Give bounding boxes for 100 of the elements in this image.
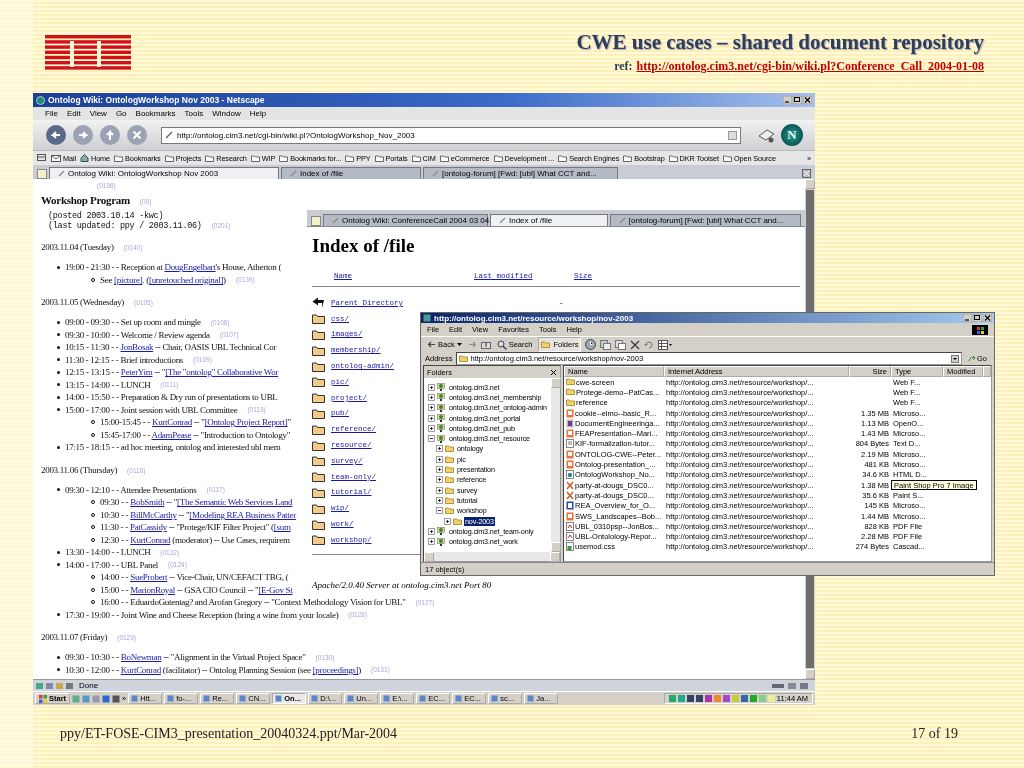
maximize-button[interactable] <box>973 314 982 322</box>
expand-icon[interactable] <box>436 455 443 463</box>
wiki-link[interactable]: AdamPease <box>151 429 192 440</box>
stop-button[interactable] <box>126 124 148 146</box>
expand-icon[interactable] <box>428 538 435 546</box>
scrollbar[interactable] <box>424 552 560 561</box>
expand-icon[interactable] <box>428 404 435 412</box>
expand-icon[interactable] <box>444 517 451 525</box>
day-heading: 2003.11.04 (Tuesday) <box>41 242 114 252</box>
network-folder-icon <box>437 403 446 412</box>
schedule-item: 19:00 - 21:30 - - Reception at DougEngelbart's House, Atherton ( <box>65 262 282 273</box>
scrollbar[interactable] <box>551 378 560 552</box>
expand-icon[interactable] <box>436 496 443 504</box>
tab[interactable]: [ontolog-forum] [Fwd: [ubl] What CCT and... <box>609 214 801 226</box>
wiki-link[interactable]: MarionRoyal <box>130 584 175 595</box>
folder-icon <box>205 154 215 162</box>
reference-link[interactable]: http://ontolog.cim3.net/cgi-bin/wiki.pl?Conference_Call_2004-01-08 <box>636 59 984 74</box>
expand-icon[interactable] <box>436 476 443 484</box>
folder-icon <box>312 455 325 467</box>
go-arrow-icon <box>968 355 976 362</box>
window-icon <box>527 695 535 702</box>
window-title: http://ontolog.cim3.net/resource/workshop/nov-2003 <box>434 313 635 323</box>
expand-icon[interactable] <box>428 424 435 432</box>
move-to-button[interactable] <box>600 339 612 350</box>
schedule-item: 09:30 - - BobSmith -- "[The Semantic Web Services Land <box>100 497 293 508</box>
schedule-item: 16:00 - - EduardoGutentag? and Arofan Gregory -- "Context Methodology Vision for UBL" <box>100 597 406 608</box>
views-button[interactable] <box>658 339 673 350</box>
tab[interactable]: Index of /file <box>281 167 421 179</box>
dropdown-button[interactable] <box>951 354 959 363</box>
tab[interactable]: Ontolog Wiki: ConferenceCall 2004 03 04 <box>323 214 488 226</box>
expand-icon[interactable] <box>428 383 435 391</box>
expand-icon[interactable] <box>428 393 435 401</box>
wiki-link[interactable]: KurtConrad <box>130 534 171 545</box>
tab[interactable]: Ontolog Wiki: OntologWorkshop Nov 2003 <box>49 167 279 179</box>
close-button[interactable] <box>983 314 992 322</box>
wiki-link[interactable]: [E-Gov St <box>258 584 293 595</box>
wiki-link[interactable]: KurtConrad <box>151 417 192 428</box>
network-folder-icon <box>437 527 446 536</box>
minimize-button[interactable] <box>963 314 972 322</box>
bullet <box>57 408 60 412</box>
close-pane-button[interactable] <box>550 368 557 376</box>
expand-icon[interactable] <box>428 527 435 535</box>
close-button[interactable] <box>803 96 812 104</box>
expand-icon[interactable] <box>436 445 443 453</box>
new-tab-icon[interactable] <box>311 216 321 226</box>
wiki-link[interactable]: BoNewman <box>120 652 162 663</box>
menu-item[interactable]: Tools <box>184 109 204 118</box>
tab[interactable]: [ontolog-forum] [Fwd: [ubl] What CCT and... <box>423 167 618 179</box>
expand-icon[interactable] <box>428 414 435 422</box>
menu-item[interactable]: Help <box>249 109 267 118</box>
menu-item[interactable]: File <box>45 109 58 118</box>
folder-icon <box>164 154 174 162</box>
wiki-link[interactable]: [The "ontolog" Collaborative Wor <box>165 367 279 378</box>
history-button[interactable] <box>585 339 597 350</box>
tab[interactable]: Index of /file <box>490 214 608 226</box>
status-icons[interactable] <box>36 681 76 690</box>
forward-button[interactable] <box>72 124 94 146</box>
minimize-button[interactable] <box>783 96 792 104</box>
delete-button[interactable] <box>630 339 641 350</box>
expand-icon[interactable] <box>436 486 443 494</box>
wiki-link[interactable]: PeterYim <box>120 367 153 378</box>
day-heading: 2003.11.06 (Thursday) <box>41 464 118 475</box>
wiki-link[interactable]: SueProbert <box>130 572 168 583</box>
schedule-item: 14:00 - 15:50 - - Preparation & Dry run of presentations to UBL <box>65 392 278 403</box>
wiki-link[interactable]: [Modeling REA Business Patter <box>189 509 296 520</box>
wiki-link[interactable]: BobSmith <box>130 497 165 508</box>
close-tab-button[interactable] <box>802 169 811 178</box>
windows-logo-icon <box>39 694 47 703</box>
menu-item[interactable]: Edit <box>66 109 81 118</box>
day-heading: 2003.11.07 (Friday) <box>41 632 108 642</box>
collapse-icon[interactable] <box>436 507 443 515</box>
menu-item[interactable]: View <box>89 109 107 118</box>
new-tab-icon[interactable] <box>37 169 47 179</box>
menu-item[interactable]: Bookmarks <box>135 109 176 118</box>
collapse-icon[interactable] <box>428 435 435 443</box>
expand-icon[interactable] <box>436 466 443 473</box>
wiki-link[interactable]: PatCassidy <box>129 522 167 533</box>
wiki-link[interactable]: DougEngelbart <box>164 262 216 273</box>
back-button[interactable] <box>45 124 67 146</box>
menu-item[interactable]: Go <box>115 109 127 118</box>
bullet <box>57 655 60 659</box>
maximize-button[interactable] <box>793 96 802 104</box>
wiki-link[interactable]: KurtConrad <box>120 664 161 675</box>
wiki-link[interactable]: [The Semantic Web Services Land <box>177 497 293 508</box>
wiki-link[interactable]: BillMcCarthy <box>130 509 177 520</box>
reload-button[interactable] <box>99 124 121 146</box>
menu-item[interactable]: Window <box>212 109 241 118</box>
bullet <box>57 550 60 554</box>
folder-icon <box>250 154 260 162</box>
window-icon <box>167 695 175 702</box>
bullet <box>57 333 60 337</box>
posted-note: (last updated: ppy / 2003.11.06) <box>48 221 202 231</box>
up-folder-button[interactable] <box>480 340 491 349</box>
window-icon <box>275 695 283 702</box>
wiki-link[interactable]: JonBosak <box>120 342 154 353</box>
schedule-item: 09:30 - 12:10 - - Attendee Presentations <box>65 484 197 495</box>
window-icon <box>203 695 211 702</box>
tabs-icon[interactable] <box>37 154 47 162</box>
copy-to-button[interactable] <box>615 339 627 350</box>
address-field[interactable]: http://ontolog.cim3.net/cgi-bin/wiki.pl?OntologWorkshop_Nov_2003 <box>161 126 741 144</box>
